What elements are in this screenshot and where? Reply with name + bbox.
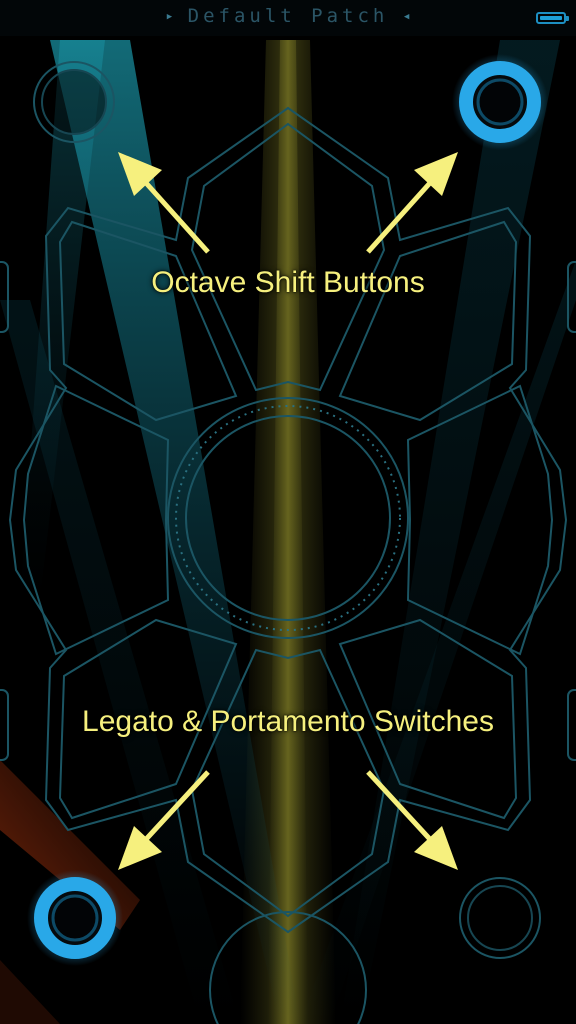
patch-name: Default Patch (187, 5, 389, 27)
octave-up-button[interactable] (452, 54, 548, 150)
battery-level-fill (540, 16, 562, 20)
switches-label: Legato & Portamento Switches (82, 705, 494, 738)
keyboard-background (0, 40, 576, 1024)
octave-down-button[interactable] (33, 61, 115, 143)
legato-switch[interactable] (27, 870, 123, 966)
patch-name-selector[interactable]: ▶ Default Patch ◀ (0, 5, 576, 27)
patch-prev-marker: ▶ (166, 12, 173, 22)
status-bar: ▶ Default Patch ◀ (0, 0, 576, 36)
portamento-switch[interactable] (459, 877, 541, 959)
octave-shift-label: Octave Shift Buttons (151, 266, 425, 299)
battery-icon (536, 12, 569, 24)
patch-next-marker: ◀ (403, 12, 410, 22)
